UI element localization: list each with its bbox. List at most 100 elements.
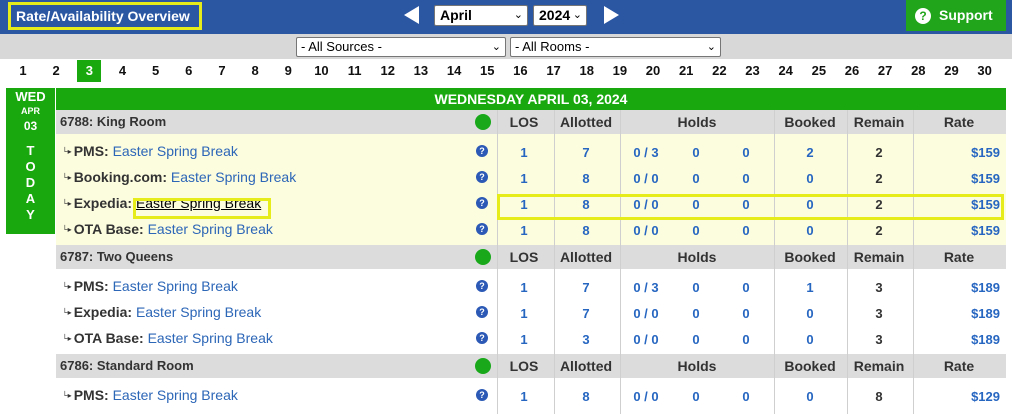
- cell-los[interactable]: 1: [499, 171, 549, 186]
- cell-los[interactable]: 1: [499, 145, 549, 160]
- cell-maint[interactable]: 0: [671, 171, 721, 186]
- day-8[interactable]: 8: [243, 60, 267, 82]
- cell-allotted[interactable]: 8: [561, 389, 611, 404]
- caret-right-icon[interactable]: └▸: [62, 147, 72, 156]
- cell-allotted[interactable]: 7: [561, 306, 611, 321]
- day-16[interactable]: 16: [508, 60, 532, 82]
- question-circle-icon[interactable]: ?: [476, 223, 488, 235]
- rate-plan-link[interactable]: Easter Spring Break: [171, 169, 296, 185]
- question-circle-icon[interactable]: ?: [476, 280, 488, 292]
- cell-booked[interactable]: 1: [785, 280, 835, 295]
- caret-right-icon[interactable]: └▸: [62, 308, 72, 317]
- cell-los[interactable]: 1: [499, 223, 549, 238]
- year-select[interactable]: 2024 ⌄: [533, 5, 587, 26]
- day-6[interactable]: 6: [177, 60, 201, 82]
- rate-plan-link[interactable]: Easter Spring Break: [136, 304, 261, 320]
- cell-rate[interactable]: $189: [930, 280, 1000, 295]
- question-circle-icon[interactable]: ?: [476, 306, 488, 318]
- day-23[interactable]: 23: [741, 60, 765, 82]
- day-5[interactable]: 5: [144, 60, 168, 82]
- rate-plan-link[interactable]: Easter Spring Break: [113, 387, 238, 403]
- cell-temp[interactable]: 0: [721, 280, 771, 295]
- cell-temp[interactable]: 0: [721, 171, 771, 186]
- day-11[interactable]: 11: [343, 60, 367, 82]
- day-30[interactable]: 30: [973, 60, 997, 82]
- rate-plan-link[interactable]: Easter Spring Break: [113, 143, 238, 159]
- caret-right-icon[interactable]: └▸: [62, 282, 72, 291]
- cell-maint[interactable]: 0: [671, 145, 721, 160]
- caret-right-icon[interactable]: └▸: [62, 199, 72, 208]
- cell-group[interactable]: 0 / 0: [621, 389, 671, 404]
- day-7[interactable]: 7: [210, 60, 234, 82]
- day-25[interactable]: 25: [807, 60, 831, 82]
- cell-booked[interactable]: 0: [785, 171, 835, 186]
- cell-allotted[interactable]: 3: [561, 332, 611, 347]
- rate-plan-link[interactable]: Easter Spring Break: [148, 330, 273, 346]
- caret-right-icon[interactable]: └▸: [62, 173, 72, 182]
- rooms-select[interactable]: - All Rooms - ⌄: [510, 37, 721, 57]
- cell-allotted[interactable]: 7: [561, 280, 611, 295]
- cell-allotted[interactable]: 8: [561, 171, 611, 186]
- support-button[interactable]: ? Support: [906, 0, 1006, 31]
- day-29[interactable]: 29: [939, 60, 963, 82]
- day-15[interactable]: 15: [475, 60, 499, 82]
- question-circle-icon[interactable]: ?: [476, 389, 488, 401]
- day-3[interactable]: 3: [77, 60, 102, 82]
- day-9[interactable]: 9: [276, 60, 300, 82]
- cell-group[interactable]: 0 / 0: [621, 171, 671, 186]
- cell-temp[interactable]: 0: [721, 332, 771, 347]
- cell-rate[interactable]: $189: [930, 332, 1000, 347]
- cell-rate[interactable]: $159: [930, 145, 1000, 160]
- cell-temp[interactable]: 0: [721, 306, 771, 321]
- day-24[interactable]: 24: [774, 60, 798, 82]
- cell-maint[interactable]: 0: [671, 306, 721, 321]
- cell-temp[interactable]: 0: [721, 389, 771, 404]
- day-27[interactable]: 27: [873, 60, 897, 82]
- question-circle-icon[interactable]: ?: [476, 145, 488, 157]
- cell-booked[interactable]: 0: [785, 389, 835, 404]
- previous-month-arrow-icon[interactable]: [404, 6, 419, 24]
- day-4[interactable]: 4: [110, 60, 134, 82]
- cell-los[interactable]: 1: [499, 306, 549, 321]
- day-22[interactable]: 22: [707, 60, 731, 82]
- cell-group[interactable]: 0 / 0: [621, 332, 671, 347]
- next-month-arrow-icon[interactable]: [604, 6, 619, 24]
- cell-temp[interactable]: 0: [721, 145, 771, 160]
- cell-group[interactable]: 0 / 3: [621, 145, 671, 160]
- caret-right-icon[interactable]: └▸: [62, 391, 72, 400]
- day-21[interactable]: 21: [674, 60, 698, 82]
- day-10[interactable]: 10: [309, 60, 333, 82]
- day-13[interactable]: 13: [409, 60, 433, 82]
- question-circle-icon[interactable]: ?: [476, 332, 488, 344]
- cell-maint[interactable]: 0: [671, 223, 721, 238]
- cell-booked[interactable]: 0: [785, 332, 835, 347]
- cell-maint[interactable]: 0: [671, 280, 721, 295]
- day-26[interactable]: 26: [840, 60, 864, 82]
- cell-los[interactable]: 1: [499, 280, 549, 295]
- cell-group[interactable]: 0 / 3: [621, 280, 671, 295]
- rate-plan-link[interactable]: Easter Spring Break: [148, 221, 273, 237]
- cell-booked[interactable]: 0: [785, 306, 835, 321]
- question-circle-icon[interactable]: ?: [476, 171, 488, 183]
- cell-rate[interactable]: $189: [930, 306, 1000, 321]
- cell-rate[interactable]: $159: [930, 223, 1000, 238]
- day-1[interactable]: 1: [11, 60, 35, 82]
- day-18[interactable]: 18: [575, 60, 599, 82]
- day-28[interactable]: 28: [906, 60, 930, 82]
- cell-allotted[interactable]: 7: [561, 145, 611, 160]
- cell-rate[interactable]: $129: [930, 389, 1000, 404]
- caret-right-icon[interactable]: └▸: [62, 334, 72, 343]
- caret-right-icon[interactable]: └▸: [62, 225, 72, 234]
- day-14[interactable]: 14: [442, 60, 466, 82]
- cell-group[interactable]: 0 / 0: [621, 223, 671, 238]
- day-12[interactable]: 12: [376, 60, 400, 82]
- cell-allotted[interactable]: 8: [561, 223, 611, 238]
- sources-select[interactable]: - All Sources - ⌄: [296, 37, 506, 57]
- cell-temp[interactable]: 0: [721, 223, 771, 238]
- day-17[interactable]: 17: [542, 60, 566, 82]
- cell-group[interactable]: 0 / 0: [621, 306, 671, 321]
- cell-booked[interactable]: 2: [785, 145, 835, 160]
- rate-plan-link[interactable]: Easter Spring Break: [113, 278, 238, 294]
- cell-los[interactable]: 1: [499, 389, 549, 404]
- cell-maint[interactable]: 0: [671, 389, 721, 404]
